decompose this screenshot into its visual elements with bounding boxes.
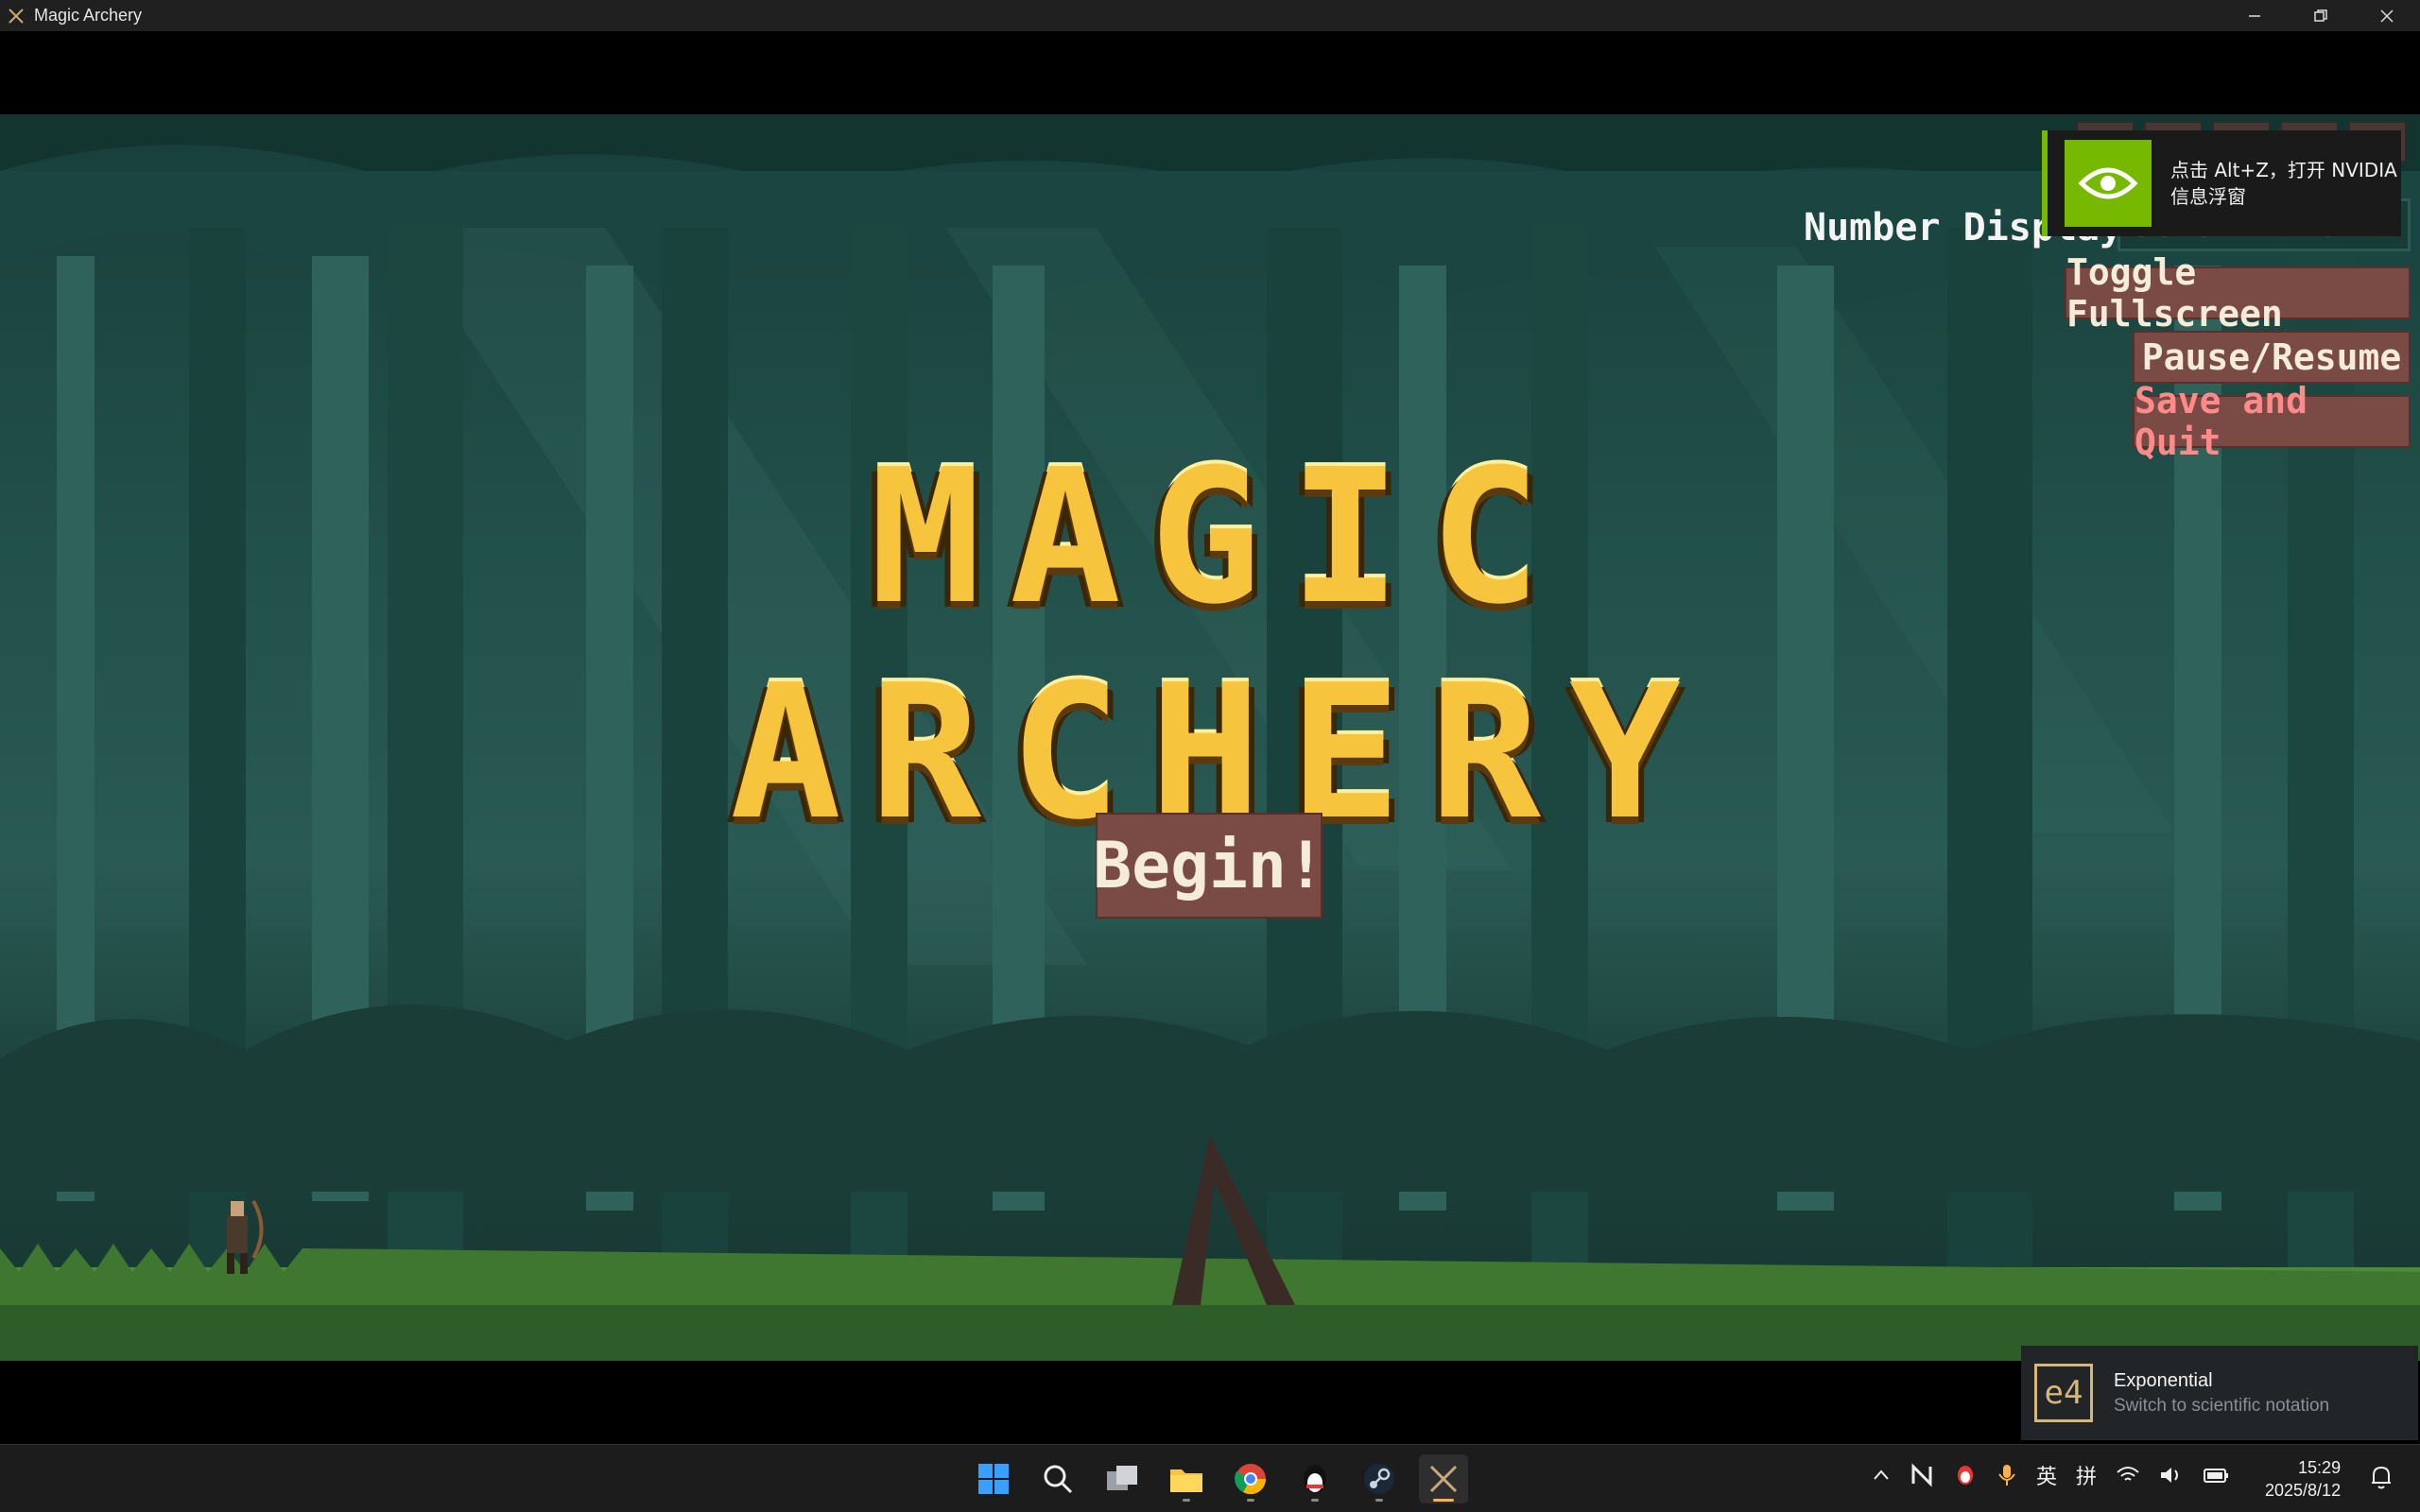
screen: Magic Archery MAGIC ARCHERY Begin! Numbe… [0,0,2420,1512]
clock-time: 15:29 [2298,1458,2342,1477]
nvidia-logo-icon [2065,140,2152,227]
close-icon [2380,9,2394,23]
folder-icon [1170,1469,1202,1492]
bell-icon [2372,1466,2391,1489]
volume-icon[interactable] [2159,1465,2184,1486]
qq-tray-icon[interactable] [1953,1463,1978,1487]
nvidia-hint-text: 点击 Alt+Z，打开 NVIDIA 信息浮窗 [2170,159,2397,208]
crossed-bows-icon [1429,1465,1458,1493]
toggle-fullscreen-button[interactable]: Toggle Fullscreen [2065,251,2411,335]
system-tray: 英 拼 [1872,1460,2229,1490]
chevron-up-icon[interactable] [1872,1466,1891,1485]
achievement-notification[interactable]: e4 Exponential Switch to scientific nota… [2021,1346,2418,1440]
chrome-button[interactable] [1226,1454,1275,1503]
clock-date: 2025/8/12 [2265,1481,2342,1500]
close-button[interactable] [2354,0,2420,31]
search-button[interactable] [1033,1454,1082,1503]
microphone-icon[interactable] [1996,1463,2017,1487]
task-view-icon [1107,1466,1137,1490]
window-title: Magic Archery [34,6,143,25]
minimize-button[interactable] [2221,0,2288,31]
steam-icon [1364,1464,1394,1494]
letterbox-top [0,31,2420,114]
magic-archery-taskbar-button[interactable] [1419,1454,1468,1503]
notification-title: Exponential [2114,1369,2213,1391]
achievement-badge: e4 [2034,1364,2093,1422]
notification-center-button[interactable] [2369,1464,2394,1494]
steam-button[interactable] [1355,1454,1404,1503]
task-view-button[interactable] [1098,1454,1147,1503]
search-icon [1044,1465,1073,1494]
begin-button[interactable]: Begin! [1093,813,1325,919]
chrome-icon [1235,1464,1267,1495]
restore-button[interactable] [2288,0,2354,31]
taskbar: 英 拼 15:29 2025/8/12 [0,1444,2420,1512]
game-scene[interactable]: MAGIC ARCHERY Begin! [0,114,2420,1361]
windows-logo-icon [978,1464,1009,1494]
qq-button[interactable] [1290,1454,1340,1503]
start-button[interactable] [969,1454,1018,1503]
game-title: MAGIC ARCHERY [729,430,1709,861]
qq-penguin-icon [1304,1465,1326,1493]
taskbar-clock[interactable]: 15:29 2025/8/12 [2265,1456,2341,1502]
restore-icon [2314,9,2327,22]
nvidia-overlay-hint[interactable]: 点击 Alt+Z，打开 NVIDIA 信息浮窗 [2042,130,2401,236]
pause-resume-button[interactable]: Pause/Resume [2133,331,2411,384]
battery-icon[interactable] [2203,1465,2229,1486]
wifi-icon[interactable] [2116,1465,2140,1486]
nvidia-tray-icon[interactable] [1910,1463,1934,1487]
minimize-icon [2249,14,2260,17]
window-titlebar: Magic Archery [0,0,2420,31]
app-bow-icon [6,6,26,26]
save-and-quit-button[interactable]: Save and Quit [2133,380,2411,463]
notification-subtitle: Switch to scientific notation [2114,1395,2330,1416]
file-explorer-button[interactable] [1162,1454,1211,1503]
ime-mode-indicator[interactable]: 拼 [2076,1460,2097,1490]
ime-language-indicator[interactable]: 英 [2036,1460,2057,1490]
